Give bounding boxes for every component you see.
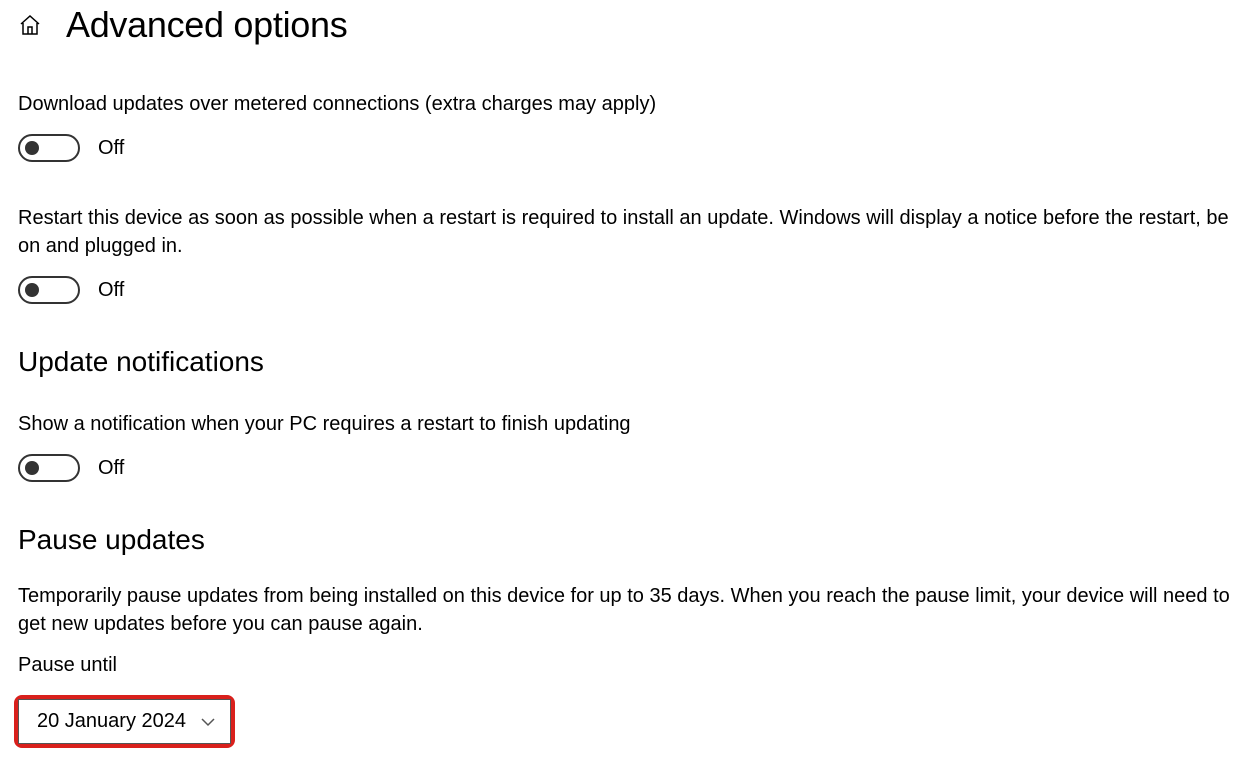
notifications-toggle[interactable] — [18, 454, 80, 482]
metered-toggle[interactable] — [18, 134, 80, 162]
chevron-down-icon — [200, 714, 216, 730]
pause-heading: Pause updates — [18, 524, 1234, 556]
pause-setting-desc: Temporarily pause updates from being ins… — [18, 582, 1234, 638]
page-title: Advanced options — [66, 4, 347, 46]
pause-date-value: 20 January 2024 — [37, 710, 186, 733]
notifications-toggle-state: Off — [98, 457, 124, 480]
restart-setting-desc: Restart this device as soon as possible … — [18, 204, 1234, 260]
toggle-knob — [25, 461, 39, 475]
restart-toggle[interactable] — [18, 276, 80, 304]
restart-toggle-row: Off — [18, 276, 1234, 304]
notifications-toggle-row: Off — [18, 454, 1234, 482]
toggle-knob — [25, 141, 39, 155]
home-icon[interactable] — [18, 13, 42, 37]
toggle-knob — [25, 283, 39, 297]
metered-toggle-row: Off — [18, 134, 1234, 162]
page-header: Advanced options — [18, 4, 1234, 46]
metered-toggle-state: Off — [98, 137, 124, 160]
metered-setting-desc: Download updates over metered connection… — [18, 90, 1234, 118]
notifications-setting-desc: Show a notification when your PC require… — [18, 410, 1234, 438]
pause-date-dropdown[interactable]: 20 January 2024 — [18, 699, 231, 744]
pause-until-label: Pause until — [18, 654, 1234, 677]
notifications-heading: Update notifications — [18, 346, 1234, 378]
restart-toggle-state: Off — [98, 279, 124, 302]
pause-date-highlight: 20 January 2024 — [14, 695, 235, 748]
